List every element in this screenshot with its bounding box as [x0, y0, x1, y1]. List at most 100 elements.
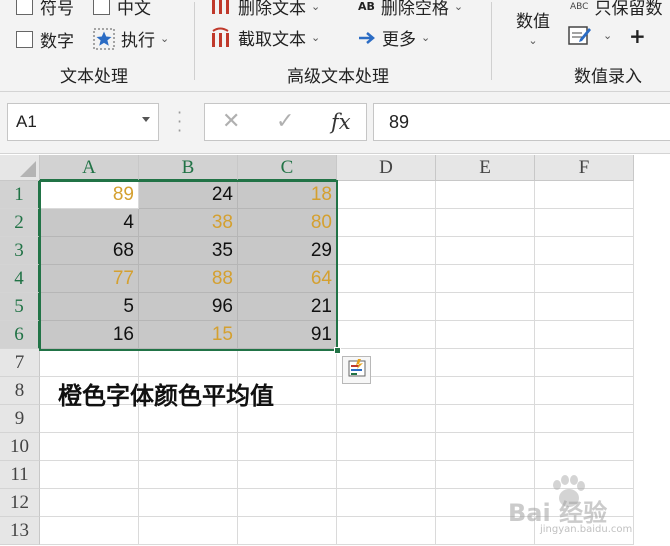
cell-f7[interactable]: [535, 349, 634, 377]
add-button[interactable]: +: [629, 24, 646, 48]
cell-e8[interactable]: [436, 377, 535, 405]
cell-e7[interactable]: [436, 349, 535, 377]
cell-a4[interactable]: 77: [40, 265, 139, 293]
cell-e5[interactable]: [436, 293, 535, 321]
row-header-2[interactable]: 2: [0, 209, 40, 237]
quick-analysis-button[interactable]: [342, 356, 371, 384]
cell-f11[interactable]: [535, 461, 634, 489]
cell-c11[interactable]: [238, 461, 337, 489]
cell-d6[interactable]: [337, 321, 436, 349]
cell-c13[interactable]: [238, 517, 337, 545]
cell-a5[interactable]: 5: [40, 293, 139, 321]
cell-b2[interactable]: 38: [139, 209, 238, 237]
cell-d12[interactable]: [337, 489, 436, 517]
drag-handle-icon[interactable]: · · ·: [177, 105, 182, 139]
cell-c12[interactable]: [238, 489, 337, 517]
fill-handle[interactable]: [334, 347, 341, 354]
cell-a1[interactable]: 89: [40, 181, 139, 209]
cell-a2[interactable]: 4: [40, 209, 139, 237]
cell-c2[interactable]: 80: [238, 209, 337, 237]
cell-e1[interactable]: [436, 181, 535, 209]
enter-icon[interactable]: ✓: [276, 109, 294, 134]
cell-c4[interactable]: 64: [238, 265, 337, 293]
cell-f8[interactable]: [535, 377, 634, 405]
cell-f10[interactable]: [535, 433, 634, 461]
cell-d1[interactable]: [337, 181, 436, 209]
row-header-12[interactable]: 12: [0, 489, 40, 517]
cell-d5[interactable]: [337, 293, 436, 321]
checkbox-box[interactable]: [16, 0, 33, 15]
row-header-5[interactable]: 5: [0, 293, 40, 321]
cell-b4[interactable]: 88: [139, 265, 238, 293]
cell-e10[interactable]: [436, 433, 535, 461]
cell-f2[interactable]: [535, 209, 634, 237]
cell-f1[interactable]: [535, 181, 634, 209]
more-button[interactable]: 更多 ⌄: [358, 25, 430, 50]
checkbox-box[interactable]: [93, 0, 110, 15]
cell-a10[interactable]: [40, 433, 139, 461]
cell-b3[interactable]: 35: [139, 237, 238, 265]
execute-button[interactable]: 执行 ⌄: [93, 26, 169, 51]
column-header-a[interactable]: A: [40, 155, 139, 181]
extract-text-button[interactable]: 截取文本 ⌄: [210, 25, 320, 50]
row-header-9[interactable]: 9: [0, 405, 40, 433]
cell-f6[interactable]: [535, 321, 634, 349]
cell-f5[interactable]: [535, 293, 634, 321]
row-header-3[interactable]: 3: [0, 237, 40, 265]
cell-e4[interactable]: [436, 265, 535, 293]
delete-spaces-button[interactable]: AB 删除空格 ⌄: [358, 0, 463, 19]
row-header-11[interactable]: 11: [0, 461, 40, 489]
cell-a13[interactable]: [40, 517, 139, 545]
keep-number-button[interactable]: ABC 只保留数: [570, 0, 662, 19]
row-header-4[interactable]: 4: [0, 265, 40, 293]
insert-function-button[interactable]: fx: [331, 110, 351, 134]
column-header-c[interactable]: C: [238, 155, 337, 181]
delete-text-button[interactable]: 删除文本 ⌄: [210, 0, 320, 19]
cell-a12[interactable]: [40, 489, 139, 517]
digit-checkbox[interactable]: 数字: [16, 27, 74, 52]
cell-d3[interactable]: [337, 237, 436, 265]
row-header-7[interactable]: 7: [0, 349, 40, 377]
cell-a3[interactable]: 68: [40, 237, 139, 265]
cell-b13[interactable]: [139, 517, 238, 545]
row-header-6[interactable]: 6: [0, 321, 40, 349]
cell-b7[interactable]: [139, 349, 238, 377]
name-box[interactable]: A1: [7, 103, 159, 141]
cell-c3[interactable]: 29: [238, 237, 337, 265]
cell-e11[interactable]: [436, 461, 535, 489]
cell-d10[interactable]: [337, 433, 436, 461]
cell-f4[interactable]: [535, 265, 634, 293]
cell-b1[interactable]: 24: [139, 181, 238, 209]
cell-d4[interactable]: [337, 265, 436, 293]
cell-e13[interactable]: [436, 517, 535, 545]
cell-b10[interactable]: [139, 433, 238, 461]
cell-e12[interactable]: [436, 489, 535, 517]
cell-b5[interactable]: 96: [139, 293, 238, 321]
cell-d11[interactable]: [337, 461, 436, 489]
cell-e3[interactable]: [436, 237, 535, 265]
cell-c6[interactable]: 91: [238, 321, 337, 349]
column-header-f[interactable]: F: [535, 155, 634, 181]
checkbox-box[interactable]: [16, 31, 33, 48]
cell-b12[interactable]: [139, 489, 238, 517]
row-header-10[interactable]: 10: [0, 433, 40, 461]
row-header-13[interactable]: 13: [0, 517, 40, 545]
cell-f3[interactable]: [535, 237, 634, 265]
cell-f9[interactable]: [535, 405, 634, 433]
cell-e2[interactable]: [436, 209, 535, 237]
edit-form-button[interactable]: ⌄: [568, 24, 612, 46]
cell-c10[interactable]: [238, 433, 337, 461]
cell-d9[interactable]: [337, 405, 436, 433]
cancel-icon[interactable]: ✕: [222, 109, 240, 134]
formula-input[interactable]: 89: [373, 103, 670, 141]
row-header-1[interactable]: 1: [0, 181, 40, 209]
cell-c5[interactable]: 21: [238, 293, 337, 321]
number-button[interactable]: 数值 ⌄: [516, 7, 550, 47]
cell-b11[interactable]: [139, 461, 238, 489]
chevron-down-icon[interactable]: [142, 117, 150, 122]
cell-b6[interactable]: 15: [139, 321, 238, 349]
cell-a11[interactable]: [40, 461, 139, 489]
column-header-d[interactable]: D: [337, 155, 436, 181]
select-all-button[interactable]: [0, 155, 40, 181]
column-header-b[interactable]: B: [139, 155, 238, 181]
